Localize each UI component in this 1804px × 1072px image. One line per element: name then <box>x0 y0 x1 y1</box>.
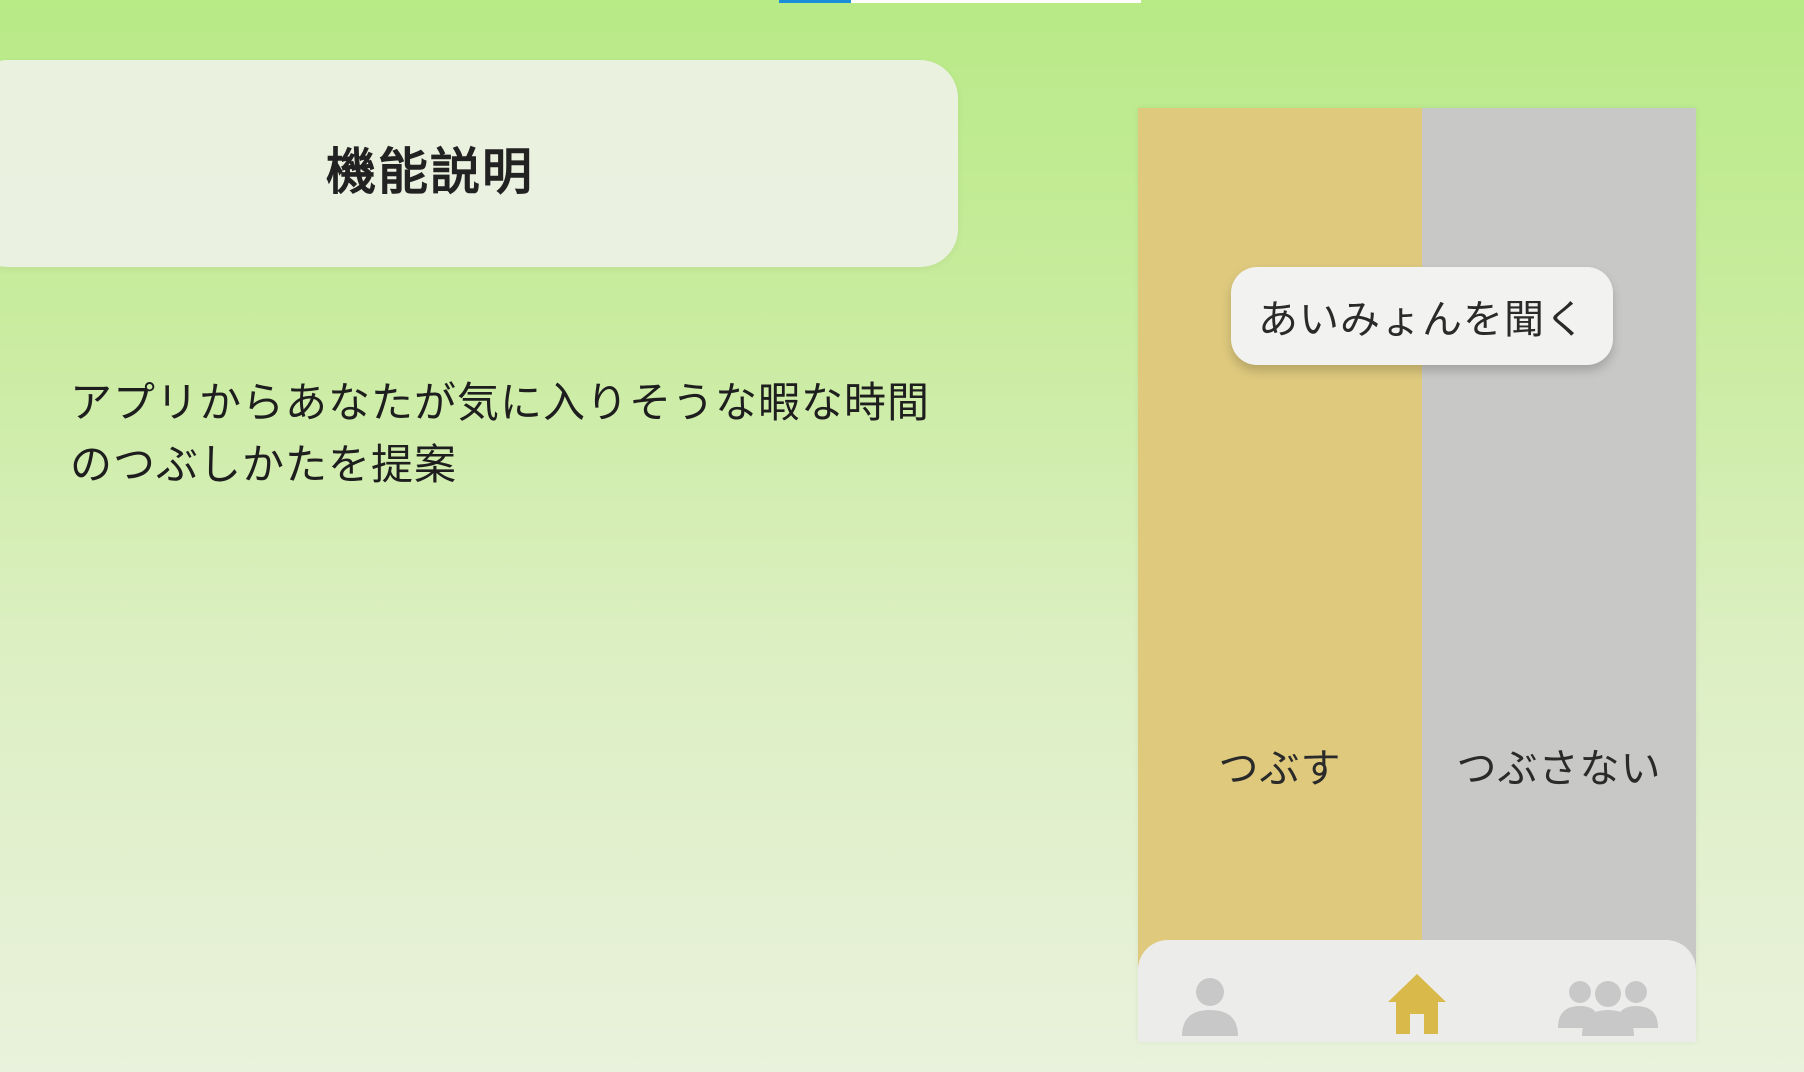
group-icon[interactable] <box>1558 972 1658 1036</box>
phone-mockup: あいみょんを聞く つぶす つぶさない <box>1138 108 1696 1042</box>
dont-kill-time-panel[interactable] <box>1422 108 1696 968</box>
feature-description: アプリからあなたが気に入りそうな暇な時間 のつぶしかたを提案 <box>70 372 1000 496</box>
kill-time-label: つぶす <box>1218 746 1342 792</box>
dont-kill-time-label: つぶさない <box>1456 746 1662 792</box>
video-progress-bar[interactable] <box>779 0 1141 3</box>
home-icon[interactable] <box>1386 972 1448 1036</box>
page-title: 機能説明 <box>326 143 534 201</box>
bottom-navigation <box>1138 940 1696 1042</box>
video-progress-fill <box>779 0 852 3</box>
kill-time-panel[interactable] <box>1138 108 1422 968</box>
suggestion-card[interactable]: あいみょんを聞く <box>1231 267 1613 365</box>
person-icon[interactable] <box>1178 972 1242 1036</box>
description-line-2: のつぶしかたを提案 <box>70 440 458 489</box>
description-line-1: アプリからあなたが気に入りそうな暇な時間 <box>70 378 931 427</box>
